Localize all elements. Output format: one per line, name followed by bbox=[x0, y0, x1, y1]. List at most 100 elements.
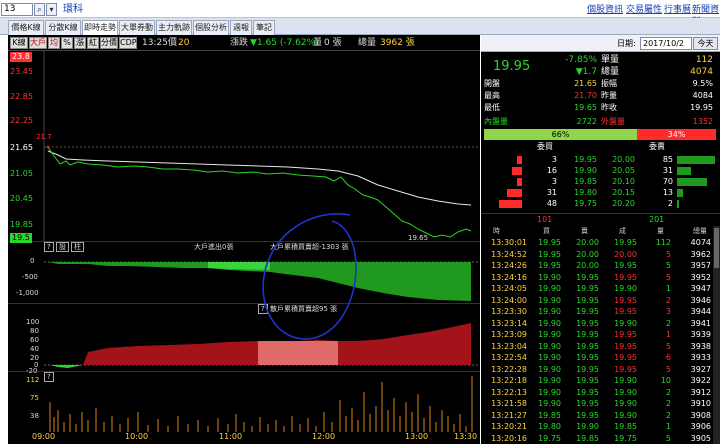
tab-scatter-k[interactable]: 分散K線 bbox=[45, 20, 81, 35]
bid-depth-bar bbox=[507, 189, 522, 197]
tab-weekly[interactable]: 週報 bbox=[230, 20, 252, 35]
tick-header-total: 總量 bbox=[693, 227, 707, 235]
ask-depth-bar bbox=[677, 178, 707, 186]
tick-row[interactable]: 13:24:05 19.90 19.95 19.90 1 3947 bbox=[481, 283, 713, 295]
price-distribution-toggle[interactable]: 分價 bbox=[100, 37, 118, 49]
tick-deal: 19.75 bbox=[614, 433, 637, 443]
tick-total: 3939 bbox=[690, 330, 711, 339]
amplitude-value: 9.5% bbox=[692, 79, 713, 88]
tick-volume: 5 bbox=[665, 261, 671, 270]
change-percent: -7.85% bbox=[565, 55, 597, 65]
tick-total: 3910 bbox=[690, 399, 711, 408]
tick-ask: 20.00 bbox=[576, 249, 599, 259]
big-trader-panel[interactable]: ? 設 柱 大戶進出0張 大戶累積買賣超-1303 張 0 -500 -1,00… bbox=[8, 242, 480, 304]
tick-time: 13:23:30 bbox=[491, 307, 527, 316]
tick-deal: 19.90 bbox=[614, 387, 637, 397]
tick-row[interactable]: 13:24:16 19.90 19.95 19.95 5 3952 bbox=[481, 272, 713, 284]
ask-depth-bar bbox=[677, 200, 679, 208]
chevron-down-icon[interactable]: ▾ bbox=[46, 3, 57, 16]
tick-row[interactable]: 13:22:28 19.90 19.95 19.95 5 3927 bbox=[481, 364, 713, 376]
tick-row[interactable]: 13:22:13 19.90 19.95 19.90 2 3912 bbox=[481, 387, 713, 399]
tick-deal: 19.95 bbox=[614, 330, 637, 339]
retail-panel[interactable]: ? 散戶累積買賣超95 張 100 80 60 40 20 0 -20 bbox=[8, 304, 480, 375]
tick-volume: 5 bbox=[665, 249, 671, 259]
time-label-1100: 11:00 bbox=[219, 432, 243, 441]
tab-big-orders[interactable]: 大單券動 bbox=[119, 20, 155, 35]
bid-price[interactable]: 19.95 bbox=[565, 155, 597, 165]
link-trade-attributes[interactable]: 交易屬性 bbox=[626, 4, 662, 16]
time-label-0900: 09:00 bbox=[32, 432, 56, 441]
tick-row[interactable]: 13:24:00 19.90 19.95 19.95 2 3946 bbox=[481, 295, 713, 307]
prev-volume-label: 昨量 bbox=[601, 91, 617, 100]
bid-price[interactable]: 19.90 bbox=[565, 166, 597, 176]
tick-volume: 2 bbox=[665, 318, 671, 328]
search-icon[interactable]: ⌕ bbox=[34, 3, 45, 16]
tick-row[interactable]: 13:23:14 19.90 19.95 19.90 2 3941 bbox=[481, 318, 713, 330]
tab-realtime[interactable]: 即時走勢 bbox=[82, 20, 118, 36]
tick-header-time: 時 bbox=[493, 227, 500, 235]
tick-row[interactable]: 13:23:30 19.90 19.95 19.95 3 3944 bbox=[481, 306, 713, 318]
tick-row[interactable]: 13:20:21 19.80 19.90 19.85 1 3906 bbox=[481, 421, 713, 433]
volume-panel[interactable]: ? 112 75 38 bbox=[8, 372, 480, 432]
tick-list[interactable]: 時 買 賣 成 量 總量 13:30:01 19.95 20.00 19.95 112 4… bbox=[481, 226, 720, 444]
tick-time: 13:22:28 bbox=[491, 364, 527, 374]
bid-price[interactable]: 19.80 bbox=[565, 188, 597, 198]
ask-price[interactable]: 20.15 bbox=[603, 188, 635, 198]
tick-ask: 19.95 bbox=[576, 376, 599, 385]
chart-panel[interactable]: K線 大戶 均 % 漲 紅 分價 CDP 13:25 價 20 漲跌 ▼1.65… bbox=[8, 35, 480, 444]
ask-price[interactable]: 20.20 bbox=[603, 199, 635, 209]
red-toggle[interactable]: 紅 bbox=[87, 37, 99, 49]
tick-row[interactable]: 13:20:16 19.75 19.85 19.75 5 3905 bbox=[481, 433, 713, 444]
tick-scrollbar[interactable] bbox=[713, 226, 720, 444]
tick-bid: 19.80 bbox=[538, 422, 561, 431]
big-trader-toggle[interactable]: 大戶 bbox=[29, 37, 47, 49]
tick-row[interactable]: 13:21:58 19.90 19.95 19.90 2 3910 bbox=[481, 398, 713, 410]
tab-notes[interactable]: 筆記 bbox=[253, 20, 275, 35]
tick-row[interactable]: 13:22:54 19.90 19.95 19.95 6 3933 bbox=[481, 352, 713, 364]
ask-price[interactable]: 20.00 bbox=[603, 155, 635, 165]
link-calendar[interactable]: 行事曆 bbox=[664, 4, 691, 16]
toolbar-change-label: 漲跌 bbox=[230, 38, 249, 48]
time-label-1300: 13:00 bbox=[405, 432, 429, 441]
bid-price[interactable]: 19.85 bbox=[565, 177, 597, 187]
tick-deal: 19.90 bbox=[614, 399, 637, 408]
tick-row[interactable]: 13:21:27 19.85 19.95 19.90 2 3908 bbox=[481, 410, 713, 422]
tick-row[interactable]: 13:24:52 19.95 20.00 20.00 5 3962 bbox=[481, 249, 713, 261]
tick-row[interactable]: 13:30:01 19.95 20.00 19.95 112 4074 bbox=[481, 237, 713, 249]
tick-row[interactable]: 13:23:04 19.90 19.95 19.95 5 3938 bbox=[481, 341, 713, 353]
tab-price-k[interactable]: 價格K線 bbox=[8, 20, 44, 35]
change-value: ▼1.7 bbox=[575, 67, 597, 77]
stock-code-input[interactable]: 13 bbox=[1, 3, 33, 16]
date-label: 日期: bbox=[617, 39, 636, 48]
tick-scrollbar-thumb[interactable] bbox=[714, 228, 719, 268]
tick-total: 4074 bbox=[690, 238, 711, 247]
tab-main-force[interactable]: 主力軌跡 bbox=[156, 20, 192, 35]
tick-row[interactable]: 13:24:26 19.95 20.00 19.95 5 3957 bbox=[481, 260, 713, 272]
kline-toggle[interactable]: K線 bbox=[10, 37, 28, 49]
tick-time: 13:30:01 bbox=[491, 238, 527, 247]
tick-bid: 19.95 bbox=[538, 249, 561, 259]
tick-ask: 19.95 bbox=[576, 307, 599, 316]
tick-row[interactable]: 13:23:09 19.90 19.95 19.95 1 3939 bbox=[481, 329, 713, 341]
tick-bid: 19.90 bbox=[538, 272, 561, 282]
tick-row[interactable]: 13:22:18 19.90 19.95 19.90 10 3922 bbox=[481, 375, 713, 387]
date-input[interactable]: 2017/10/2 bbox=[640, 37, 692, 50]
tab-analysis[interactable]: 個股分析 bbox=[193, 20, 229, 35]
ask-price[interactable]: 20.05 bbox=[603, 166, 635, 176]
unit-volume-label: 單量 bbox=[601, 55, 620, 65]
today-button[interactable]: 今天 bbox=[693, 37, 718, 50]
price-chart[interactable] bbox=[8, 51, 480, 242]
ask-price[interactable]: 20.10 bbox=[603, 177, 635, 187]
toolbar-price-value: 20 bbox=[178, 38, 190, 48]
link-stock-info[interactable]: 個股資訊 bbox=[587, 4, 623, 16]
percent-toggle[interactable]: % bbox=[61, 37, 73, 49]
open-value: 21.65 bbox=[574, 79, 597, 88]
cdp-toggle[interactable]: CDP bbox=[119, 37, 137, 49]
inner-outer-ratio-bar: 66% 34% bbox=[484, 129, 716, 140]
bid-price[interactable]: 19.75 bbox=[565, 199, 597, 209]
tick-ask: 19.95 bbox=[576, 341, 599, 351]
tick-volume: 6 bbox=[665, 353, 671, 362]
average-toggle[interactable]: 均 bbox=[48, 37, 60, 49]
low-label: 最低 bbox=[484, 103, 500, 112]
limit-toggle[interactable]: 漲 bbox=[74, 37, 86, 49]
